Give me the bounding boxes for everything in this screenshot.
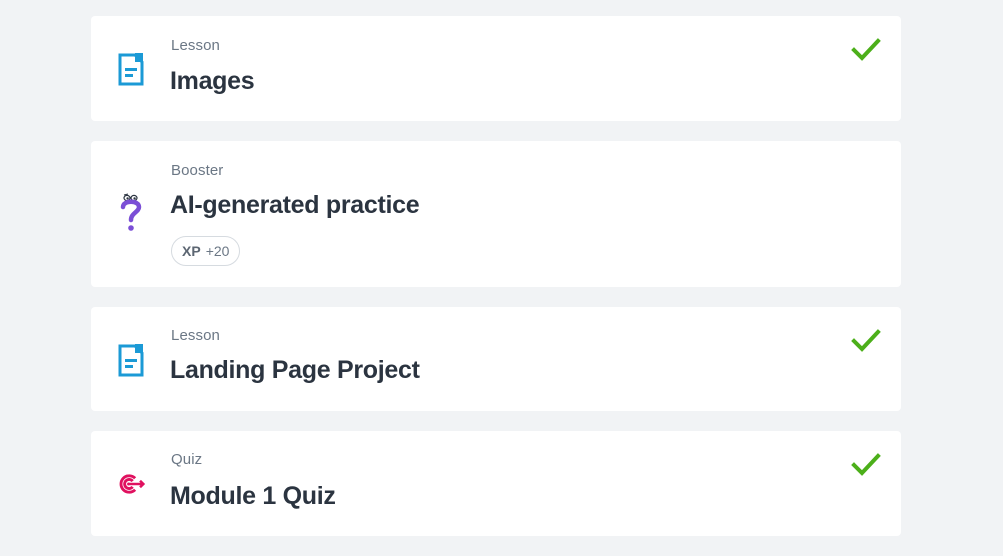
item-kind-label: Booster xyxy=(171,162,224,179)
xp-value: +20 xyxy=(205,243,230,259)
xp-label: XP xyxy=(182,243,201,259)
item-kind-label: Lesson xyxy=(171,37,220,54)
item-title: Module 1 Quiz xyxy=(170,482,336,510)
completed-check-icon xyxy=(851,453,881,477)
booster-question-icon xyxy=(117,193,145,231)
xp-reward-badge: XP +20 xyxy=(171,236,241,266)
course-item-lesson-images[interactable]: Lesson Images xyxy=(91,16,901,121)
item-kind-label: Quiz xyxy=(171,451,203,468)
item-title: Landing Page Project xyxy=(170,356,420,384)
course-item-lesson-landing-page[interactable]: Lesson Landing Page Project xyxy=(91,307,901,411)
lesson-document-icon xyxy=(117,51,145,87)
item-title: AI-generated practice xyxy=(170,191,420,219)
item-title: Images xyxy=(170,67,255,95)
quiz-target-icon xyxy=(117,466,145,502)
item-kind-label: Lesson xyxy=(171,327,220,344)
course-item-list: Lesson Images Booster AI-generated pract… xyxy=(91,16,901,556)
completed-check-icon xyxy=(851,329,881,353)
completed-check-icon xyxy=(851,38,881,62)
course-item-quiz-module-1[interactable]: Quiz Module 1 Quiz xyxy=(91,431,901,536)
course-item-booster-ai-practice[interactable]: Booster AI-generated practice XP +20 xyxy=(91,141,901,287)
lesson-document-icon xyxy=(117,342,145,378)
